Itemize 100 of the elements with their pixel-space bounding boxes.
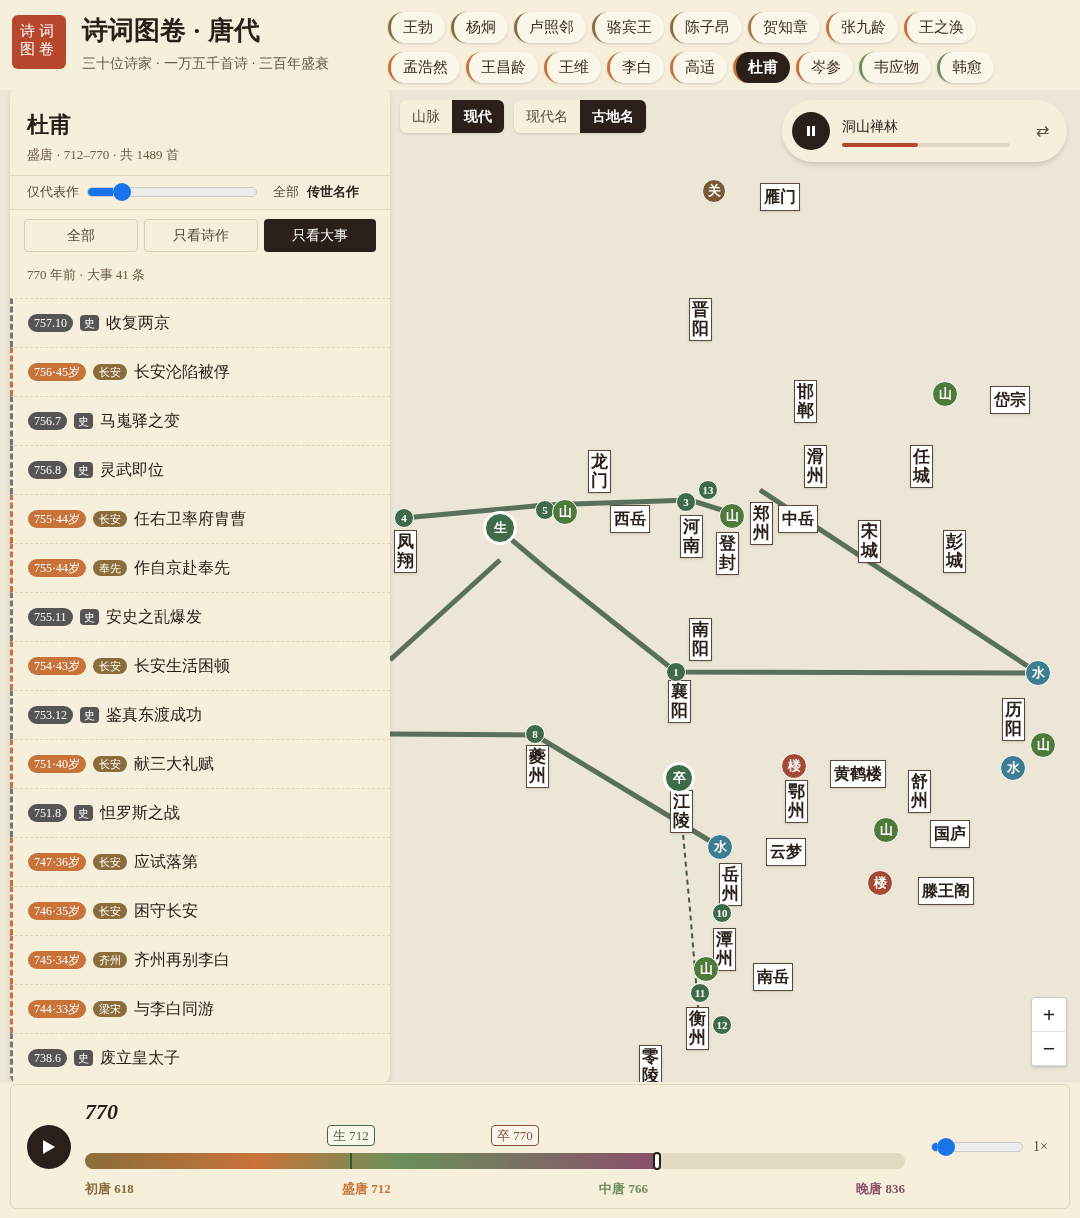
poet-chip[interactable]: 王昌龄 [466,52,538,83]
place-label[interactable]: 衡州 [686,1007,709,1051]
event-row[interactable]: 757.10 史 收复两京 [10,298,390,347]
place-label[interactable]: 鄂州 [785,780,808,824]
pause-button[interactable] [792,112,830,150]
toggle-option[interactable]: 山脉 [400,100,452,133]
place-label[interactable]: 舒州 [908,770,931,814]
poet-chip[interactable]: 王之涣 [904,12,976,43]
place-label[interactable]: 中岳 [778,505,818,533]
water-marker[interactable]: 水 [1025,660,1051,686]
place-label[interactable]: 云梦 [766,838,806,866]
loop-button[interactable]: ⇄ [1036,119,1057,143]
poet-chip[interactable]: 韩愈 [937,52,994,83]
event-row[interactable]: 753.12 史 鉴真东渡成功 [10,690,390,739]
event-row[interactable]: 755.11 史 安史之乱爆发 [10,592,390,641]
poet-chip[interactable]: 孟浩然 [388,52,460,83]
mountain-marker[interactable]: 山 [1030,732,1056,758]
event-row[interactable]: 756.8 史 灵武即位 [10,445,390,494]
place-label[interactable]: 岱宗 [990,386,1030,414]
tower-marker[interactable]: 楼 [781,753,807,779]
place-label[interactable]: 宋城 [858,520,881,564]
tower-marker[interactable]: 楼 [867,870,893,896]
place-label[interactable]: 任城 [910,445,933,489]
route-number-marker[interactable]: 10 [712,903,732,923]
music-progress-track[interactable] [842,142,1010,147]
timeline-track[interactable] [85,1152,905,1169]
poet-chip[interactable]: 卢照邻 [514,12,586,43]
event-row[interactable]: 744·33岁 梁宋 与李白同游 [10,984,390,1033]
route-number-marker[interactable]: 8 [525,724,545,744]
poet-chip[interactable]: 张九龄 [826,12,898,43]
place-label[interactable]: 南阳 [689,618,712,662]
event-row[interactable]: 755·44岁 长安 任右卫率府胄曹 [10,494,390,543]
place-label[interactable]: 江陵 [670,790,693,834]
place-label[interactable]: 龙门 [588,450,611,494]
place-label[interactable]: 晋阳 [689,298,712,342]
route-number-marker[interactable]: 5 [535,500,555,520]
play-button[interactable] [27,1124,71,1169]
place-label[interactable]: 西岳 [610,505,650,533]
toggle-option[interactable]: 现代名 [514,100,580,133]
place-label[interactable]: 凤翔 [394,530,417,574]
slider-thumb[interactable] [112,183,131,201]
zoom-in-button[interactable]: + [1032,998,1066,1032]
toggle-option[interactable]: 古地名 [580,100,646,133]
route-number-marker[interactable]: 3 [676,492,696,512]
place-label[interactable]: 滑州 [804,445,827,489]
water-marker[interactable]: 水 [707,834,733,860]
place-label[interactable]: 滕王阁 [918,877,974,905]
place-label[interactable]: 襄阳 [668,680,691,724]
timeline-handle[interactable] [652,1151,661,1170]
event-row[interactable]: 755·44岁 奉先 作自京赴奉先 [10,543,390,592]
event-row[interactable]: 746·35岁 长安 困守长安 [10,886,390,935]
place-label[interactable]: 登封 [716,532,739,576]
poet-chip[interactable]: 杨炯 [451,12,508,43]
place-label[interactable]: 邯郸 [794,380,817,424]
poet-chip[interactable]: 韦应物 [859,52,931,83]
zoom-out-button[interactable]: − [1032,1032,1066,1066]
place-label[interactable]: 雁门 [760,183,800,211]
pass-marker[interactable]: 关 [702,179,726,203]
filter-tab[interactable]: 只看大事 [264,218,376,252]
poet-chip[interactable]: 杜甫 [733,52,790,83]
mountain-marker[interactable]: 山 [552,499,578,525]
place-label[interactable]: 河南 [680,515,703,559]
event-row[interactable]: 756.7 史 马嵬驿之变 [10,396,390,445]
poet-chip[interactable]: 贺知章 [748,12,820,43]
poet-chip[interactable]: 高适 [670,52,727,83]
event-row[interactable]: 751·40岁 长安 献三大礼赋 [10,739,390,788]
route-number-marker[interactable]: 12 [712,1015,732,1035]
water-marker[interactable]: 水 [1000,755,1026,781]
poet-chip[interactable]: 李白 [607,52,664,83]
route-number-marker[interactable]: 11 [690,983,710,1003]
toggle-option[interactable]: 现代 [452,100,504,133]
mountain-marker[interactable]: 山 [719,503,745,529]
route-number-marker[interactable]: 1 [666,662,686,682]
poet-chip[interactable]: 王维 [544,52,601,83]
mountain-marker[interactable]: 山 [932,381,958,407]
poet-chip[interactable]: 岑参 [796,52,853,83]
place-label[interactable]: 彭城 [943,530,966,574]
slider-thumb[interactable] [936,1137,955,1156]
birth-marker[interactable]: 生 [485,513,515,543]
route-number-marker[interactable]: 13 [698,480,718,500]
event-row[interactable]: 747·36岁 长安 应试落第 [10,837,390,886]
place-label[interactable]: 国庐 [930,820,970,848]
filter-tab[interactable]: 只看诗作 [144,218,258,252]
place-label[interactable]: 南岳 [753,963,793,991]
death-marker[interactable]: 卒 [665,764,693,792]
poet-chip[interactable]: 王勃 [388,12,445,43]
event-row[interactable]: 756·45岁 长安 长安沦陷被俘 [10,347,390,396]
place-label[interactable]: 岳州 [719,863,742,907]
place-label[interactable]: 历阳 [1002,698,1025,742]
place-label[interactable]: 郑州 [750,502,773,546]
place-label[interactable]: 夔州 [526,745,549,789]
event-row[interactable]: 754·43岁 长安 长安生活困顿 [10,641,390,690]
event-row[interactable]: 751.8 史 怛罗斯之战 [10,788,390,837]
poet-chip[interactable]: 骆宾王 [592,12,664,43]
poet-chip[interactable]: 陈子昂 [670,12,742,43]
event-row[interactable]: 745·34岁 齐州 齐州再别李白 [10,935,390,984]
filter-tab[interactable]: 全部 [24,218,138,252]
route-number-marker[interactable]: 4 [394,508,414,528]
place-label[interactable]: 黄鹤楼 [830,760,886,788]
mountain-marker[interactable]: 山 [873,817,899,843]
